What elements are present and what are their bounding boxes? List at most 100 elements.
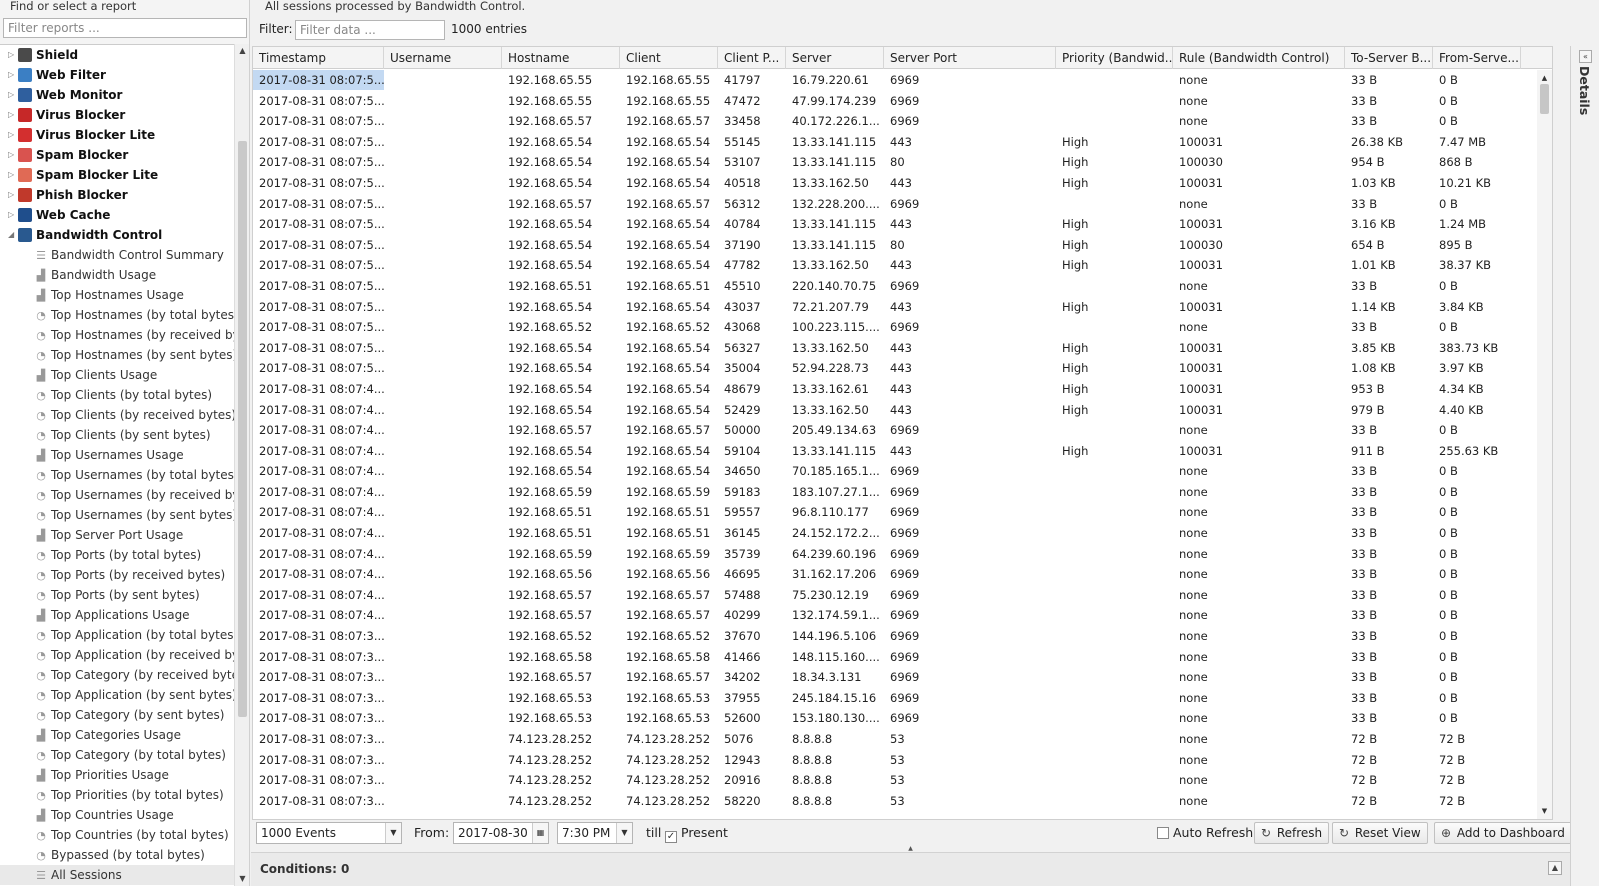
- tree-report-item[interactable]: ◔ Top Clients (by total bytes): [0, 385, 234, 405]
- tree-report-item[interactable]: ◔ Top Clients (by received bytes): [0, 405, 234, 425]
- tree-report-item[interactable]: ◔ Top Category (by total bytes): [0, 745, 234, 765]
- table-row[interactable]: 2017-08-31 08:07:4... 192.168.65.54 192.16…: [253, 441, 1538, 462]
- column-header[interactable]: Rule (Bandwidth Control): [1173, 47, 1345, 69]
- tree-app-spam-blocker[interactable]: ▷ Spam Blocker: [0, 145, 234, 165]
- table-row[interactable]: 2017-08-31 08:07:4... 192.168.65.51 192.16…: [253, 502, 1538, 523]
- table-row[interactable]: 2017-08-31 08:07:3... 74.123.28.252 74.123…: [253, 770, 1538, 791]
- scroll-down-arrow-icon[interactable]: ▼: [1537, 805, 1552, 817]
- table-row[interactable]: 2017-08-31 08:07:5... 192.168.65.57 192.16…: [253, 194, 1538, 215]
- table-row[interactable]: 2017-08-31 08:07:4... 192.168.65.51 192.16…: [253, 523, 1538, 544]
- table-row[interactable]: 2017-08-31 08:07:5... 192.168.65.54 192.16…: [253, 132, 1538, 153]
- table-row[interactable]: 2017-08-31 08:07:5... 192.168.65.54 192.16…: [253, 235, 1538, 256]
- column-header[interactable]: Server Port: [884, 47, 1056, 69]
- add-to-dashboard-button[interactable]: ⊕ Add to Dashboard: [1434, 822, 1572, 844]
- column-header[interactable]: Client P...: [718, 47, 786, 69]
- column-header[interactable]: To-Server B...: [1345, 47, 1433, 69]
- tree-report-item[interactable]: ◔ Top Category (by sent bytes): [0, 705, 234, 725]
- table-row[interactable]: 2017-08-31 08:07:4... 192.168.65.59 192.16…: [253, 482, 1538, 503]
- tree-report-item[interactable]: ◔ Top Ports (by total bytes): [0, 545, 234, 565]
- table-row[interactable]: 2017-08-31 08:07:5... 192.168.65.55 192.16…: [253, 91, 1538, 112]
- column-header[interactable]: Server: [786, 47, 884, 69]
- expand-right-arrow-icon[interactable]: ▷: [8, 165, 18, 185]
- table-row[interactable]: 2017-08-31 08:07:5... 192.168.65.51 192.16…: [253, 276, 1538, 297]
- expand-right-arrow-icon[interactable]: ▷: [8, 145, 18, 165]
- checkbox-unchecked-icon[interactable]: [1157, 827, 1169, 839]
- tree-report-item[interactable]: ◔ Top Hostnames (by total bytes): [0, 305, 234, 325]
- table-row[interactable]: 2017-08-31 08:07:5... 192.168.65.54 192.16…: [253, 255, 1538, 276]
- table-row[interactable]: 2017-08-31 08:07:5... 192.168.65.54 192.16…: [253, 173, 1538, 194]
- column-header[interactable]: From-Serve...: [1433, 47, 1521, 69]
- chevron-up-icon[interactable]: ▲: [908, 845, 913, 852]
- tree-report-item[interactable]: ◔ Top Ports (by sent bytes): [0, 585, 234, 605]
- tree-report-item[interactable]: ◔ Top Ports (by received bytes): [0, 565, 234, 585]
- tree-report-item[interactable]: ◔ Top Countries (by total bytes): [0, 825, 234, 845]
- expand-right-arrow-icon[interactable]: ▷: [8, 45, 18, 65]
- tree-app-virus-blocker-lite[interactable]: ▷ Virus Blocker Lite: [0, 125, 234, 145]
- present-checkbox[interactable]: ✓ Present: [665, 822, 728, 844]
- from-time-select[interactable]: 7:30 PM ▼: [557, 822, 633, 844]
- tree-report-item[interactable]: ◔ Bypassed (by total bytes): [0, 845, 234, 865]
- tree-report-item[interactable]: ◔ Top Application (by total bytes): [0, 625, 234, 645]
- tree-app-virus-blocker[interactable]: ▷ Virus Blocker: [0, 105, 234, 125]
- table-row[interactable]: 2017-08-31 08:07:3... 74.123.28.252 74.123…: [253, 750, 1538, 771]
- tree-report-item[interactable]: ☰ Bandwidth Control Summary: [0, 245, 234, 265]
- table-row[interactable]: 2017-08-31 08:07:4... 192.168.65.54 192.16…: [253, 400, 1538, 421]
- checkbox-checked-icon[interactable]: ✓: [665, 831, 677, 843]
- scroll-up-arrow-icon[interactable]: ▲: [235, 44, 250, 58]
- expand-right-arrow-icon[interactable]: ▷: [8, 65, 18, 85]
- table-row[interactable]: 2017-08-31 08:07:4... 192.168.65.57 192.16…: [253, 420, 1538, 441]
- table-row[interactable]: 2017-08-31 08:07:4... 192.168.65.57 192.16…: [253, 605, 1538, 626]
- column-header[interactable]: Timestamp: [253, 47, 384, 69]
- expand-down-arrow-icon[interactable]: ◢: [8, 225, 18, 245]
- tree-report-item[interactable]: ◔ Top Application (by received bytes): [0, 645, 234, 665]
- tree-report-item[interactable]: ▟ Top Clients Usage: [0, 365, 234, 385]
- tree-app-bandwidth-control[interactable]: ◢ Bandwidth Control: [0, 225, 234, 245]
- table-row[interactable]: 2017-08-31 08:07:3... 74.123.28.252 74.123…: [253, 729, 1538, 750]
- tree-report-item[interactable]: ▟ Top Usernames Usage: [0, 445, 234, 465]
- tree-report-item[interactable]: ◔ Top Priorities (by total bytes): [0, 785, 234, 805]
- tree-report-item[interactable]: ▟ Top Categories Usage: [0, 725, 234, 745]
- column-header[interactable]: Client: [620, 47, 718, 69]
- from-date-picker[interactable]: 2017-08-30 ▦: [453, 822, 549, 844]
- tree-report-item[interactable]: ☰ All Sessions: [0, 865, 234, 885]
- column-header[interactable]: Hostname: [502, 47, 620, 69]
- tree-app-web-filter[interactable]: ▷ Web Filter: [0, 65, 234, 85]
- tree-report-item[interactable]: ◔ Top Application (by sent bytes): [0, 685, 234, 705]
- expand-conditions-icon[interactable]: ▲: [1548, 861, 1562, 875]
- tree-app-phish-blocker[interactable]: ▷ Phish Blocker: [0, 185, 234, 205]
- table-row[interactable]: 2017-08-31 08:07:3... 192.168.65.57 192.16…: [253, 667, 1538, 688]
- events-limit-select[interactable]: 1000 Events ▼: [256, 822, 402, 844]
- details-panel[interactable]: « Details: [1570, 46, 1599, 886]
- table-row[interactable]: 2017-08-31 08:07:5... 192.168.65.54 192.16…: [253, 358, 1538, 379]
- tree-report-item[interactable]: ▟ Top Applications Usage: [0, 605, 234, 625]
- scroll-thumb[interactable]: [1540, 84, 1549, 114]
- tree-report-item[interactable]: ▟ Top Priorities Usage: [0, 765, 234, 785]
- tree-report-item[interactable]: ▟ Top Hostnames Usage: [0, 285, 234, 305]
- table-row[interactable]: 2017-08-31 08:07:3... 192.168.65.53 192.16…: [253, 688, 1538, 709]
- table-row[interactable]: 2017-08-31 08:07:3... 192.168.65.58 192.16…: [253, 647, 1538, 668]
- table-row[interactable]: 2017-08-31 08:07:5... 192.168.65.54 192.16…: [253, 297, 1538, 318]
- column-header[interactable]: Priority (Bandwid...: [1056, 47, 1173, 69]
- table-row[interactable]: 2017-08-31 08:07:5... 192.168.65.52 192.16…: [253, 317, 1538, 338]
- tree-report-item[interactable]: ▟ Top Server Port Usage: [0, 525, 234, 545]
- filter-reports-input[interactable]: [3, 18, 247, 38]
- expand-right-arrow-icon[interactable]: ▷: [8, 205, 18, 225]
- report-tree-scrollbar[interactable]: ▲ ▼: [234, 44, 249, 886]
- tree-report-item[interactable]: ◔ Top Usernames (by sent bytes): [0, 505, 234, 525]
- tree-app-web-monitor[interactable]: ▷ Web Monitor: [0, 85, 234, 105]
- tree-report-item[interactable]: ◔ Top Category (by received bytes): [0, 665, 234, 685]
- table-row[interactable]: 2017-08-31 08:07:4... 192.168.65.54 192.16…: [253, 379, 1538, 400]
- table-row[interactable]: 2017-08-31 08:07:5... 192.168.65.55 192.16…: [253, 70, 1538, 91]
- tree-report-item[interactable]: ◔ Top Clients (by sent bytes): [0, 425, 234, 445]
- filter-data-input[interactable]: [295, 20, 445, 40]
- tree-report-item[interactable]: ◔ Top Usernames (by total bytes): [0, 465, 234, 485]
- table-row[interactable]: 2017-08-31 08:07:4... 192.168.65.59 192.16…: [253, 544, 1538, 565]
- tree-report-item[interactable]: ◔ Top Usernames (by received bytes): [0, 485, 234, 505]
- calendar-icon[interactable]: ▦: [532, 823, 548, 843]
- table-row[interactable]: 2017-08-31 08:07:3... 192.168.65.53 192.16…: [253, 708, 1538, 729]
- expand-right-arrow-icon[interactable]: ▷: [8, 85, 18, 105]
- tree-app-spam-blocker-lite[interactable]: ▷ Spam Blocker Lite: [0, 165, 234, 185]
- scroll-down-arrow-icon[interactable]: ▼: [235, 872, 250, 886]
- refresh-button[interactable]: ↻ Refresh: [1254, 822, 1330, 844]
- tree-app-shield[interactable]: ▷ Shield: [0, 45, 234, 65]
